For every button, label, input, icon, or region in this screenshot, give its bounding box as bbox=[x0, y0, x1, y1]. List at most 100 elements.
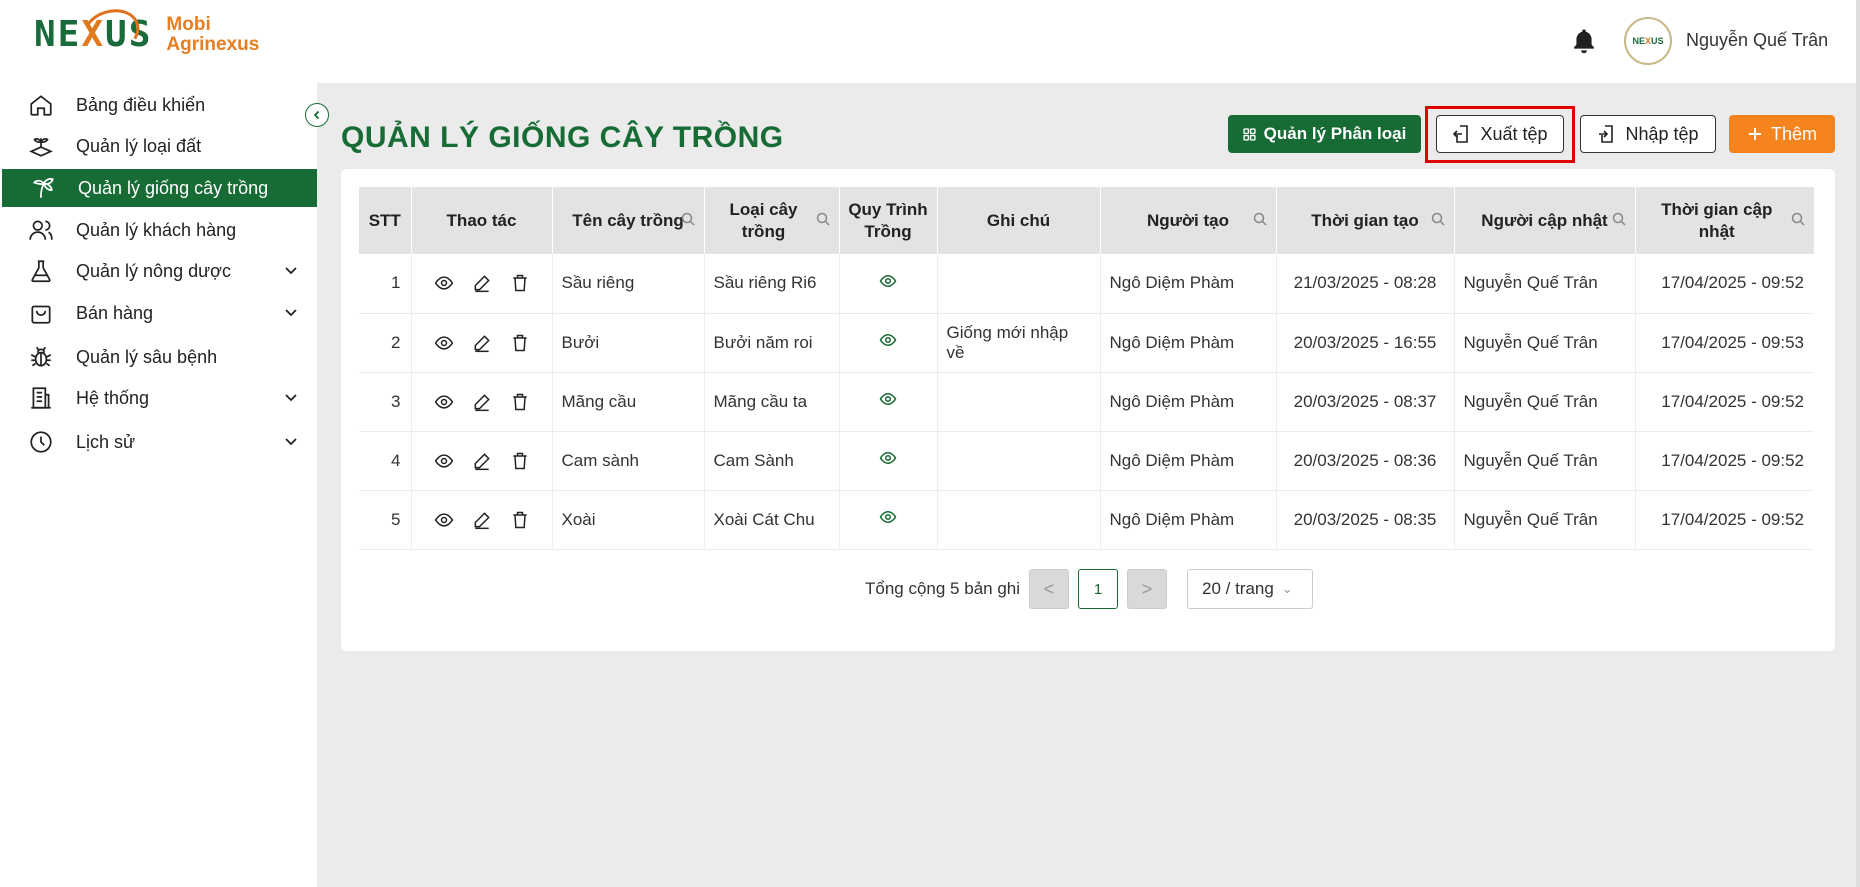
column-header-name[interactable]: Tên cây trồng bbox=[552, 187, 705, 254]
column-header-actions: Thao tác bbox=[411, 187, 553, 254]
avatar[interactable]: NE X US bbox=[1624, 17, 1672, 65]
search-icon[interactable] bbox=[1252, 211, 1268, 227]
column-header-type[interactable]: Loại cây trồng bbox=[704, 187, 840, 254]
column-header-creator[interactable]: Người tạo bbox=[1100, 187, 1277, 254]
search-icon[interactable] bbox=[815, 211, 831, 227]
edit-icon[interactable] bbox=[472, 273, 492, 293]
cell-stt: 2 bbox=[359, 313, 412, 373]
users-icon bbox=[29, 220, 53, 240]
annotation-highlight-box bbox=[1425, 106, 1575, 163]
chevron-left-icon bbox=[313, 110, 320, 120]
column-header-stt: STT bbox=[359, 187, 412, 254]
table-row: 3 Mãng cầu Mãng cầu ta Ngô Diệm Phàm 20/03/2… bbox=[359, 372, 1814, 432]
column-header-updater[interactable]: Người cập nhật bbox=[1454, 187, 1636, 254]
delete-icon[interactable] bbox=[510, 510, 530, 530]
cell-updated: 17/04/2025 - 09:52 bbox=[1635, 490, 1814, 550]
cell-created: 20/03/2025 - 08:37 bbox=[1276, 372, 1455, 432]
previous-page-button[interactable]: < bbox=[1029, 569, 1069, 609]
sidebar-item-pesticides[interactable]: Quản lý nông dược bbox=[0, 251, 317, 291]
app-logo[interactable]: NEXUS Mobi Agrinexus bbox=[34, 2, 259, 62]
view-icon[interactable] bbox=[434, 392, 454, 412]
search-icon[interactable] bbox=[1611, 211, 1627, 227]
view-icon[interactable] bbox=[434, 451, 454, 471]
sidebar-item-customers[interactable]: Quản lý khách hàng bbox=[0, 210, 317, 250]
manage-categories-button[interactable]: Quản lý Phân loại bbox=[1228, 115, 1421, 153]
import-file-label: Nhập tệp bbox=[1625, 123, 1699, 144]
edit-icon[interactable] bbox=[472, 451, 492, 471]
sidebar-item-label: Lịch sử bbox=[76, 431, 136, 452]
page-scrollbar[interactable] bbox=[1856, 0, 1860, 887]
cell-process bbox=[839, 372, 938, 432]
view-process-icon[interactable] bbox=[879, 272, 897, 290]
grid-icon bbox=[1243, 127, 1256, 141]
bell-icon[interactable] bbox=[1570, 26, 1598, 56]
cell-note bbox=[937, 372, 1101, 432]
search-icon[interactable] bbox=[1790, 211, 1806, 227]
cell-actions bbox=[411, 313, 553, 373]
add-button[interactable]: Thêm bbox=[1729, 115, 1835, 153]
cell-note bbox=[937, 254, 1101, 314]
search-icon[interactable] bbox=[680, 211, 696, 227]
username[interactable]: Nguyễn Quế Trân bbox=[1686, 30, 1828, 51]
chevron-down-icon bbox=[285, 267, 297, 275]
chevron-right-icon: > bbox=[1141, 578, 1153, 599]
sidebar-item-dashboard[interactable]: Bảng điều khiển bbox=[0, 85, 317, 125]
view-process-icon[interactable] bbox=[879, 449, 897, 467]
table-row: 2 Bưởi Bưởi năm roi Giống mới nhập về Ngô Di… bbox=[359, 313, 1814, 373]
home-icon bbox=[30, 95, 52, 116]
delete-icon[interactable] bbox=[510, 273, 530, 293]
page-size-select[interactable]: 20 / trang ⌄ bbox=[1187, 569, 1313, 609]
cell-stt: 4 bbox=[359, 431, 412, 491]
soil-icon bbox=[29, 137, 53, 157]
view-icon[interactable] bbox=[434, 273, 454, 293]
add-label: Thêm bbox=[1770, 123, 1817, 144]
pagination: Tổng cộng 5 bản ghi < 1 > 20 / trang ⌄ bbox=[317, 569, 1860, 609]
table-row: 1 Sầu riêng Sầu riêng Ri6 Ngô Diệm Phàm 21/0… bbox=[359, 254, 1814, 314]
clock-icon bbox=[30, 431, 52, 453]
column-header-note: Ghi chú bbox=[937, 187, 1101, 254]
cell-actions bbox=[411, 372, 553, 432]
collapse-sidebar-button[interactable] bbox=[305, 103, 329, 127]
sidebar-item-label: Quản lý nông dược bbox=[76, 260, 231, 281]
view-icon[interactable] bbox=[434, 333, 454, 353]
edit-icon[interactable] bbox=[472, 392, 492, 412]
column-header-updated[interactable]: Thời gian cập nhật bbox=[1635, 187, 1814, 254]
view-process-icon[interactable] bbox=[879, 390, 897, 408]
column-header-label: Người cập nhật bbox=[1481, 210, 1608, 230]
page-1-button[interactable]: 1 bbox=[1078, 569, 1118, 609]
cell-name: Cam sành bbox=[552, 431, 705, 491]
delete-icon[interactable] bbox=[510, 333, 530, 353]
sidebar-item-label: Bảng điều khiển bbox=[76, 94, 206, 115]
sidebar-item-soil[interactable]: Quản lý loại đất bbox=[0, 126, 317, 166]
sidebar-item-system[interactable]: Hệ thống bbox=[0, 378, 317, 418]
import-icon bbox=[1599, 125, 1614, 143]
table-body: 1 Sầu riêng Sầu riêng Ri6 Ngô Diệm Phàm 21/0… bbox=[359, 254, 1814, 550]
view-icon[interactable] bbox=[434, 510, 454, 530]
sidebar-item-crop-varieties[interactable]: Quản lý giống cây trồng bbox=[2, 169, 317, 207]
cell-actions bbox=[411, 431, 553, 491]
delete-icon[interactable] bbox=[510, 392, 530, 412]
edit-icon[interactable] bbox=[472, 510, 492, 530]
manage-categories-label: Quản lý Phân loại bbox=[1263, 124, 1407, 143]
import-file-button[interactable]: Nhập tệp bbox=[1580, 115, 1716, 153]
cell-updater: Nguyễn Quế Trân bbox=[1454, 431, 1636, 491]
sidebar-item-history[interactable]: Lịch sử bbox=[0, 422, 317, 462]
sidebar-item-sales[interactable]: Bán hàng bbox=[0, 293, 317, 333]
total-records: Tổng cộng 5 bản ghi bbox=[865, 579, 1021, 598]
edit-icon[interactable] bbox=[472, 333, 492, 353]
view-process-icon[interactable] bbox=[879, 331, 897, 349]
cell-process bbox=[839, 313, 938, 373]
sidebar-item-pests[interactable]: Quản lý sâu bệnh bbox=[0, 337, 317, 377]
view-process-icon[interactable] bbox=[879, 508, 897, 526]
column-header-created[interactable]: Thời gian tạo bbox=[1276, 187, 1455, 254]
cell-stt: 5 bbox=[359, 490, 412, 550]
cell-name: Xoài bbox=[552, 490, 705, 550]
chevron-down-icon: ⌄ bbox=[1281, 581, 1293, 596]
crop-varieties-table: STT Thao tác Tên cây trồng Loại cây trồn… bbox=[359, 187, 1814, 550]
top-header: NEXUS Mobi Agrinexus NE X US Nguyễn Quế Tr… bbox=[0, 0, 1860, 83]
search-icon[interactable] bbox=[1430, 211, 1446, 227]
next-page-button[interactable]: > bbox=[1127, 569, 1167, 609]
chevron-down-icon bbox=[285, 438, 297, 446]
cell-created: 21/03/2025 - 08:28 bbox=[1276, 254, 1455, 314]
delete-icon[interactable] bbox=[510, 451, 530, 471]
